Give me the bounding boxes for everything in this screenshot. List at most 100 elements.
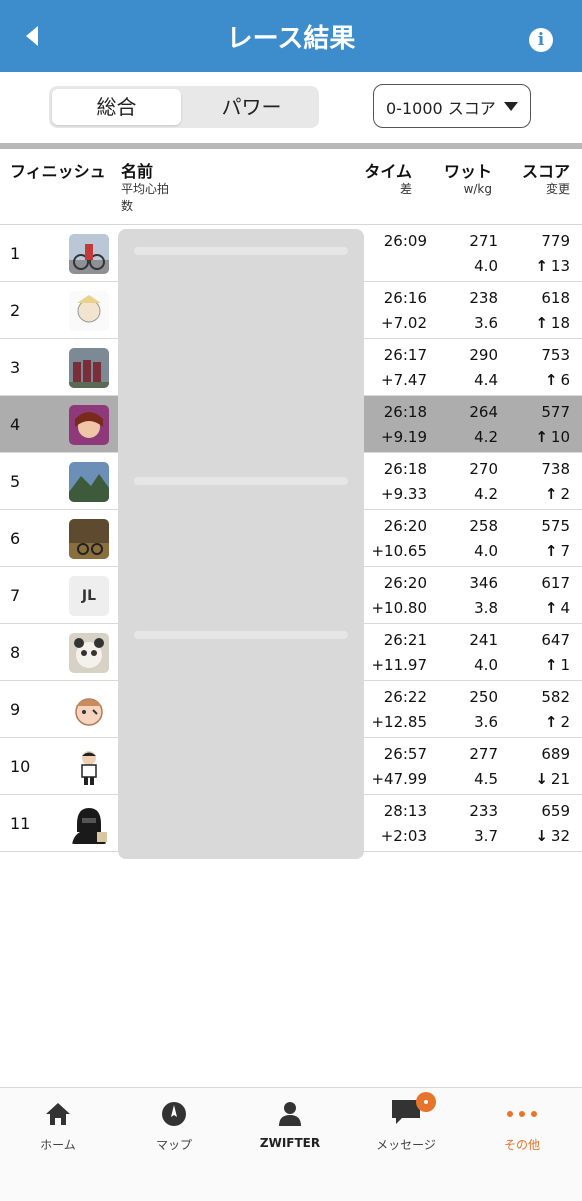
home-icon [46,1103,70,1125]
col-watt-sub: w/kg [463,182,492,196]
arrow-up-icon: ↑ [544,371,558,389]
score: 689 [541,745,570,763]
view-segmented-control: 総合 パワー [49,86,319,128]
time: 26:09 [383,232,427,250]
arrow-down-icon: ↓ [535,827,548,845]
avatar[interactable] [69,690,109,730]
time: 26:20 [383,574,427,592]
watt: 264 [469,403,498,421]
arrow-up-icon: ↑ [544,713,558,731]
watt: 250 [469,688,498,706]
tab-zwifter[interactable]: ZWIFTER [232,1088,348,1201]
score: 577 [541,403,570,421]
tab-map-label: マップ [155,1138,192,1152]
col-name-sub1: 平均心拍 [121,182,170,196]
chevron-down-icon [504,102,518,111]
avatar-initials[interactable]: JL [69,576,109,616]
score-change: ↑ 10 [535,428,570,446]
avatar[interactable] [69,633,109,673]
arrow-up-icon: ↑ [535,428,548,446]
time: 26:18 [383,460,427,478]
score: 618 [541,289,570,307]
redacted-names-overlay [118,229,364,859]
wkg: 4.4 [474,371,498,389]
time: 26:20 [383,517,427,535]
tab-map[interactable]: マップ [116,1088,232,1201]
score: 582 [541,688,570,706]
gap: +2:03 [380,827,427,845]
rank: 2 [10,301,21,320]
score-change: ↑ 1 [544,656,570,674]
bottom-tab-bar: ホーム マップ ZWIFTER メッセージ その他 [0,1087,582,1201]
compass-icon [162,1102,186,1126]
tab-home[interactable]: ホーム [0,1088,116,1201]
col-name-sub2: 数 [121,199,134,213]
rank: 9 [10,700,21,719]
chat-bubble-icon [392,1092,436,1124]
segment-overall[interactable]: 総合 [52,89,181,125]
avatar[interactable] [69,405,109,445]
col-score-sub: 変更 [545,182,570,196]
score-change: ↑ 2 [544,713,570,731]
avatar[interactable] [69,348,109,388]
avatar[interactable] [69,519,109,559]
arrow-up-icon: ↑ [544,599,558,617]
avatar[interactable] [69,291,109,331]
time: 28:13 [383,802,427,820]
arrow-up-icon: ↑ [544,542,558,560]
wkg: 4.2 [474,485,498,503]
time: 26:22 [383,688,427,706]
score-change: ↑ 6 [544,371,570,389]
avatar[interactable] [69,747,109,787]
dropdown-value: 0-1000 スコア [386,99,496,118]
rank: 3 [10,358,21,377]
score-change: ↓ 32 [535,827,570,845]
gap: +9.33 [381,485,427,503]
col-time: タイム [364,162,412,181]
watt: 233 [469,802,498,820]
tab-messages[interactable]: メッセージ [348,1088,464,1201]
col-watt: ワット [443,162,492,181]
watt: 258 [469,517,498,535]
app-header: レース結果 i [0,0,582,72]
avatar[interactable] [69,804,109,844]
col-time-sub: 差 [399,182,412,196]
segment-power[interactable]: パワー [189,89,314,125]
arrow-down-icon: ↓ [535,770,548,788]
col-name: 名前 [121,162,154,181]
gap: +7.02 [381,314,427,332]
time: 26:21 [383,631,427,649]
wkg: 4.0 [474,542,498,560]
score: 659 [541,802,570,820]
arrow-up-icon: ↑ [544,485,558,503]
gap: +10.65 [371,542,427,560]
rank: 7 [10,586,21,605]
score-change: ↑ 2 [544,485,570,503]
tab-messages-label: メッセージ [376,1138,436,1152]
arrow-up-icon: ↑ [544,656,558,674]
watt: 277 [469,745,498,763]
watt: 346 [469,574,498,592]
avatar[interactable] [69,462,109,502]
time: 26:18 [383,403,427,421]
rank: 5 [10,472,21,491]
tab-more[interactable]: その他 [464,1088,580,1201]
avatar[interactable] [69,234,109,274]
gap: +12.85 [371,713,427,731]
score-change: ↑ 13 [535,257,570,275]
wkg: 4.5 [474,770,498,788]
arrow-up-icon: ↑ [535,257,548,275]
gap: +9.19 [381,428,427,446]
watt: 241 [469,631,498,649]
rank: 1 [10,244,21,263]
page-title: レース結果 [226,24,356,54]
score-change: ↑ 4 [544,599,570,617]
wkg: 3.8 [474,599,498,617]
wkg: 4.0 [474,257,498,275]
score-filter-dropdown[interactable]: 0-1000 スコア [373,84,531,128]
more-dots-icon [507,1111,537,1117]
info-icon[interactable]: i [529,28,553,52]
tab-zwifter-label: ZWIFTER [259,1136,321,1150]
watt: 270 [469,460,498,478]
rank: 6 [10,529,21,548]
